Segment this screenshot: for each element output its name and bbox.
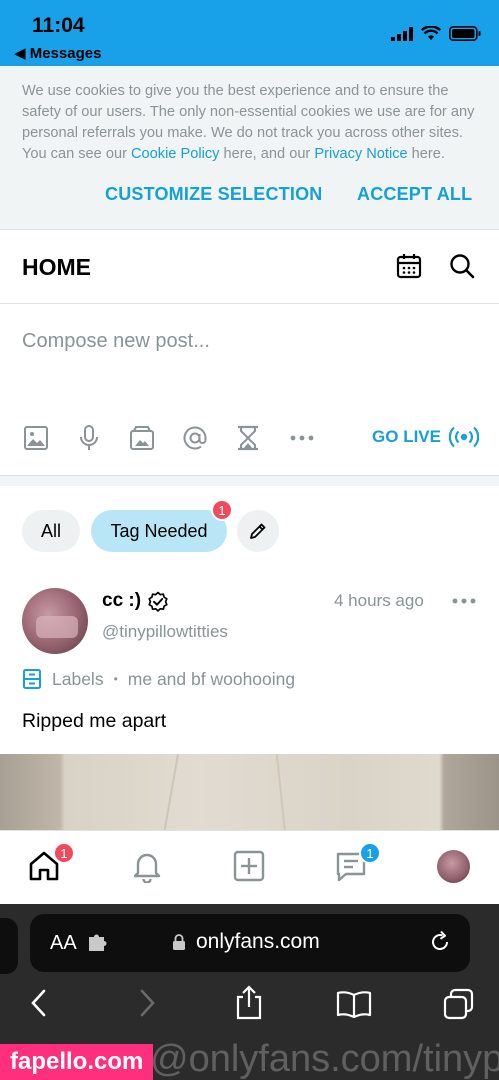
labels-icon (23, 669, 41, 689)
bottom-nav: 1 1 (0, 830, 499, 904)
url-text[interactable]: onlyfans.com (196, 930, 320, 954)
hourglass-icon[interactable] (234, 424, 262, 452)
notifications-icon[interactable] (130, 849, 164, 883)
compose-input[interactable]: Compose new post... (22, 330, 210, 353)
status-icons (391, 26, 481, 41)
post-timestamp: 4 hours ago (334, 591, 424, 610)
status-bar: 11:04 ◀ Messages (0, 0, 499, 66)
labels-label: Labels (52, 668, 104, 689)
image-icon[interactable] (22, 424, 50, 452)
tag-needed-badge: 1 (211, 499, 233, 521)
lock-icon (173, 934, 185, 950)
post-author-name[interactable]: cc :) (102, 590, 141, 612)
vault-icon[interactable] (128, 424, 156, 452)
back-arrow-icon[interactable] (28, 988, 50, 1018)
customize-selection-button[interactable]: CUSTOMIZE SELECTION (105, 184, 322, 205)
address-bar[interactable]: AA onlyfans.com (30, 914, 470, 972)
share-icon[interactable] (234, 984, 264, 1020)
mention-icon[interactable] (181, 424, 209, 452)
image-detail (163, 754, 179, 830)
cookie-text-part-2: here, and our (219, 146, 315, 162)
forward-arrow-icon[interactable] (136, 988, 158, 1018)
back-to-messages-link[interactable]: ◀ Messages (14, 44, 101, 62)
labels-separator: • (113, 672, 118, 686)
verified-badge-icon (148, 591, 168, 612)
wifi-icon (421, 26, 441, 40)
cookie-banner: We use cookies to give you the best expe… (0, 66, 499, 230)
privacy-notice-link[interactable]: Privacy Notice (314, 146, 407, 162)
post-more-options-icon[interactable] (452, 597, 476, 605)
watermark-logo: fapello.com (0, 1044, 154, 1080)
filter-tag-needed[interactable]: Tag Needed (91, 510, 227, 552)
messages-badge: 1 (359, 842, 381, 864)
accept-all-button[interactable]: ACCEPT ALL (357, 184, 472, 205)
post-text: Ripped me apart (22, 710, 167, 732)
more-options-icon[interactable] (288, 424, 316, 452)
bookmarks-icon[interactable] (336, 990, 372, 1018)
cellular-signal-icon (391, 26, 413, 41)
section-divider (0, 476, 499, 486)
battery-icon (449, 26, 481, 41)
extensions-icon[interactable] (88, 934, 108, 952)
label-value: me and bf woohooing (127, 668, 296, 689)
profile-avatar[interactable] (437, 850, 470, 883)
go-live-label: GO LIVE (372, 427, 441, 446)
cookie-text-part-3: here. (407, 146, 445, 162)
image-detail (275, 754, 287, 830)
home-badge: 1 (53, 842, 75, 864)
edit-filters-button[interactable] (237, 510, 279, 552)
live-broadcast-icon (449, 426, 479, 448)
home-header: HOME (0, 230, 499, 304)
compose-panel: Compose new post... GO LIVE (0, 304, 499, 476)
cookie-text: We use cookies to give you the best expe… (22, 81, 482, 165)
post-labels-row[interactable]: Labels • me and bf woohooing (22, 668, 295, 690)
cookie-policy-link[interactable]: Cookie Policy (131, 146, 219, 162)
reader-settings-button[interactable]: AA (50, 932, 77, 955)
reload-icon[interactable] (428, 930, 452, 954)
calendar-icon[interactable] (395, 252, 423, 280)
add-post-icon[interactable] (232, 849, 266, 883)
tabs-icon[interactable] (442, 988, 474, 1020)
post-author-handle[interactable]: @tinypillowtitties (102, 622, 228, 642)
watermark-trail: @onlyfans.com/tinypillowti (150, 1038, 499, 1080)
pencil-icon (250, 523, 266, 539)
previous-tab[interactable] (0, 918, 18, 974)
post-image[interactable] (0, 754, 499, 830)
status-time: 11:04 (32, 14, 85, 37)
search-icon[interactable] (448, 252, 476, 280)
post-author-avatar[interactable] (22, 588, 88, 654)
page-title: HOME (22, 254, 91, 280)
microphone-icon[interactable] (75, 424, 103, 452)
filter-all[interactable]: All (22, 510, 80, 552)
go-live-button[interactable]: GO LIVE (372, 426, 479, 448)
